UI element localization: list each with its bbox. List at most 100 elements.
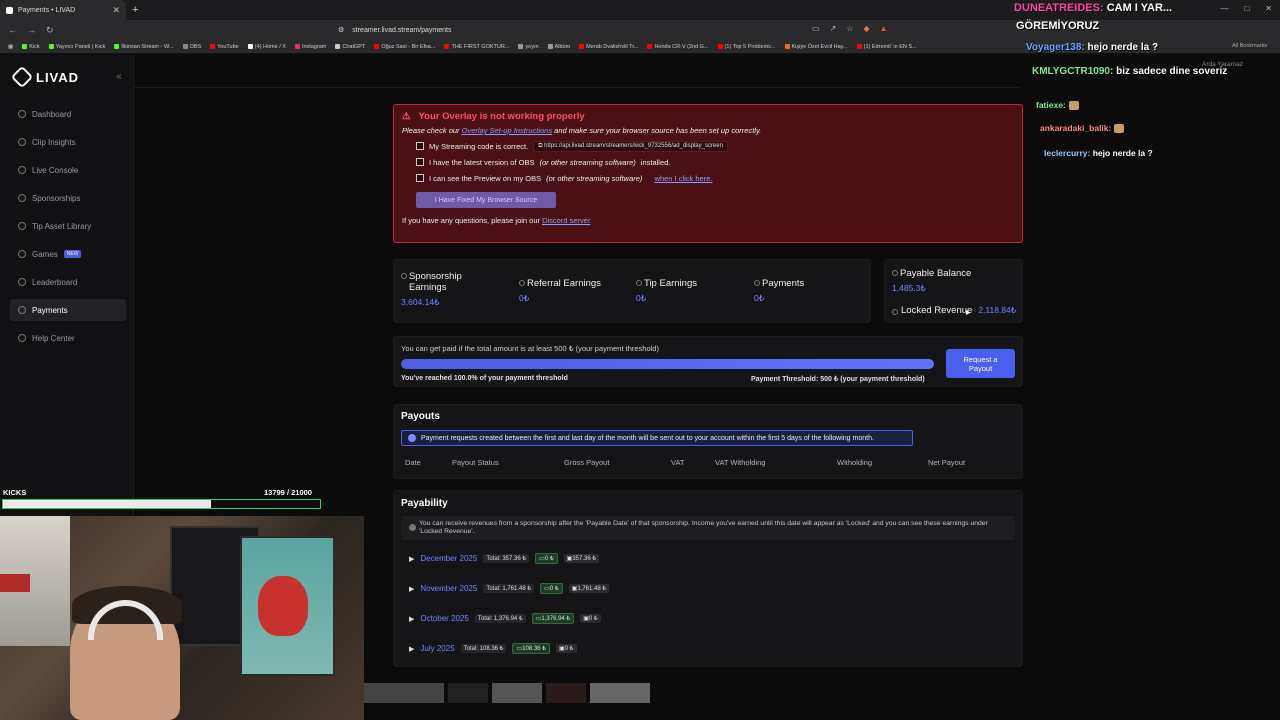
collapse-sidebar-icon[interactable]: « [116,71,122,82]
chat-username: fatiexe: [1036,100,1066,110]
cast-icon[interactable]: ▭ [812,24,820,33]
locked-amount: 1,761.48 ₺ [577,586,607,592]
bookmark-item[interactable]: (1) Edremit' in EN S... [856,44,917,50]
sidebar-item-payments[interactable]: Payments [10,299,126,321]
info-icon[interactable] [892,270,898,276]
share-icon[interactable]: ↗ [830,24,837,33]
brand-logo[interactable]: LIVAD [10,65,79,89]
preview-link[interactable]: when I click here. [655,174,713,183]
dashboard-icon [18,110,26,118]
discord-link[interactable]: Discord server [542,216,590,225]
overlay-setup-link[interactable]: Overlay Set-up Instructions [462,126,552,135]
bookmark-favicon-icon [579,44,585,49]
alert-triangle-icon[interactable]: ▲ [880,24,888,33]
url-text[interactable]: streamer.livad.stream/payments [352,27,451,34]
bookmark-item[interactable]: Oğuz Sasi - Bir Efsa... [374,44,435,50]
reload-icon[interactable]: ↻ [46,25,54,36]
info-icon[interactable] [401,273,407,279]
bookmark-star-icon[interactable]: ☆ [846,24,853,33]
payable-balance: Payable Balance 1,485.3₺ [892,268,971,294]
column-header: Net Payout [928,458,966,467]
bookmark-label: yeyın [525,43,539,50]
bookmark-favicon-icon [647,44,653,49]
tip-value: 0₺ [636,293,647,303]
sidebar-item-dashboard[interactable]: Dashboard [10,103,126,125]
payable-amount: 0 ₺ [544,556,554,562]
payability-month-row[interactable]: ▶ October 2025 Total: 1,376.94 ₺ ▭1,376.94 … [409,613,601,624]
bookmark-item[interactable]: Yayıncı Paneli | Kick [48,44,105,50]
bookmark-item[interactable]: (1) Top 5 Problems... [717,43,776,50]
column-header: VAT [671,458,685,467]
referral-label: Referral Earnings [527,278,601,289]
close-tab-icon[interactable]: ✕ [112,5,120,16]
bookmark-favicon-icon [335,44,341,49]
bookmark-item[interactable]: Instagram [294,44,326,50]
site-info-icon[interactable]: ⚙ [338,26,344,34]
bookmark-label: (1) Top 5 Problems... [724,43,776,50]
check3-prefix: I can see the Preview on my OBS [429,173,542,183]
chat-message: DUNEATREIDES: CAM I YAR... [1014,2,1172,14]
streaming-code-checkbox[interactable] [416,142,424,150]
info-icon[interactable] [754,280,760,286]
month-name[interactable]: July 2025 [420,644,454,653]
sidebar-item-sponsorships[interactable]: Sponsorships [10,187,126,209]
blur-block [492,683,542,703]
obs-version-checkbox[interactable] [416,158,424,166]
alert-sub-suffix: and make sure your browser source has be… [552,126,762,135]
bookmark-item[interactable]: THE FIRST GOKTUR... [444,44,509,50]
sidebar-item-help-center[interactable]: Help Center [10,327,126,349]
bookmark-item[interactable]: Kişiye Özel Evcil Hay... [784,44,848,50]
sidebar-item-tip-asset-library[interactable]: Tip Asset Library [10,215,126,237]
browser-tab[interactable]: Payments • LIVAD ✕ [0,0,126,20]
bookmark-item[interactable]: Kick [22,44,40,50]
shield-icon[interactable]: ◆ [863,24,869,33]
sponsorship-earnings: Sponsorship Earnings 3,604.14₺ [401,271,501,308]
bookmark-item[interactable]: (4) Home / X [247,44,286,50]
expand-arrow-icon[interactable]: ▶ [409,555,414,563]
expand-arrow-icon[interactable]: ▶ [409,615,414,623]
bookmark-item[interactable]: ChatGPT [335,44,365,50]
threshold-amount: Payment Threshold: 500 ₺ (your payment t… [751,376,925,383]
expand-arrow-icon[interactable]: ▶ [409,645,414,653]
sidebar-item-live-console[interactable]: Live Console [10,159,126,181]
info-icon[interactable] [636,280,642,286]
payability-month-row[interactable]: ▶ November 2025 Total: 1,761.48 ₺ ▭0 ₺ ▣1,76… [409,583,610,594]
column-header: Payout Status [452,458,499,467]
bookmark-item[interactable]: yeyın [518,43,539,50]
bookmark-item[interactable]: Albüm [547,44,570,50]
referral-earnings: Referral Earnings 0₺ [519,278,601,304]
chat-message: fatiexe: [1036,100,1079,111]
streaming-code-chip[interactable]: ⧉ https://api.livad.stream/streamers/kic… [533,140,728,152]
info-icon[interactable] [892,308,898,315]
bookmark-item[interactable]: OBS [182,44,201,50]
bookmark-item[interactable]: Honda CR-V (2nd G... [647,44,709,50]
payable-chip: ▭0 ₺ [540,583,563,594]
month-name[interactable]: December 2025 [420,554,477,563]
sidebar-item-clip-insights[interactable]: Clip Insights [10,131,126,153]
bookmark-item[interactable]: Merab Dvalishvili Tr... [579,44,638,50]
bookmark-label: Merab Dvalishvili Tr... [586,43,639,50]
month-name[interactable]: October 2025 [420,614,468,623]
forward-icon[interactable]: → [27,25,36,35]
stream-chat-overlay: DUNEATREIDES: CAM I YAR... GÖREMİYORUZ V… [1010,0,1280,170]
info-icon[interactable] [519,280,525,286]
obs-preview-checkbox[interactable] [416,174,424,182]
apps-icon[interactable]: ▦ [8,44,13,50]
new-tab-icon[interactable]: + [132,4,138,16]
month-name[interactable]: November 2025 [420,584,477,593]
payability-month-row[interactable]: ▶ July 2025 Total: 108.36 ₺ ▭108.36 ₺ ▣0 ₺ [409,643,577,654]
request-payout-button[interactable]: Request a Payout [946,349,1015,378]
sidebar-item-games[interactable]: Games NEW [10,243,126,265]
expand-arrow-icon[interactable]: ▶ [409,585,414,593]
chat-text: hejo nerde la ? [1087,42,1159,53]
bookmark-favicon-icon [210,44,216,49]
payable-label: Payable Balance [900,268,972,279]
bookmark-item[interactable]: YouTube [210,44,239,50]
back-icon[interactable]: ← [8,25,17,35]
bookmark-favicon-icon [374,44,380,49]
address-bar[interactable]: ⚙ streamer.livad.stream/payments [338,22,878,38]
payability-month-row[interactable]: ▶ December 2025 Total: 357.36 ₺ ▭0 ₺ ▣357.36… [409,553,600,564]
fixed-browser-source-button[interactable]: I Have Fixed My Browser Source [416,192,556,208]
sidebar-item-leaderboard[interactable]: Leaderboard [10,271,126,293]
bookmark-item[interactable]: İlkinsan Stream - W... [114,44,174,50]
